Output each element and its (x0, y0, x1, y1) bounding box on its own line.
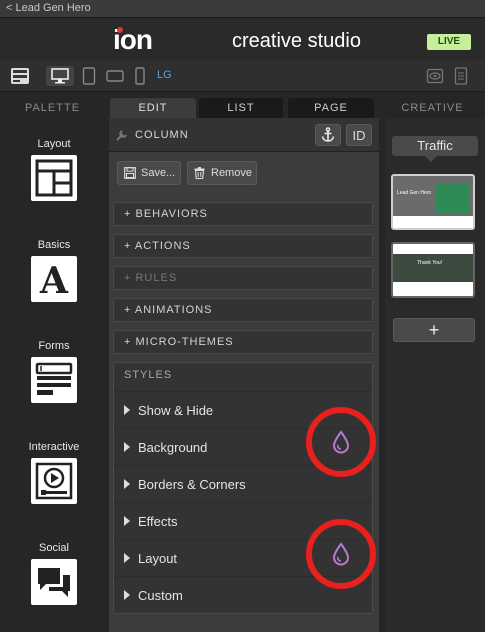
expand-arrow-icon (124, 590, 130, 600)
style-row-label: Background (138, 440, 208, 455)
remove-button[interactable]: Remove (187, 161, 257, 185)
save-label: Save... (141, 167, 176, 179)
desktop-icon[interactable] (46, 66, 74, 86)
svg-text:A: A (39, 260, 69, 298)
edit-panel: COLUMN ID Save... Remove + BEHAVIORS + A… (109, 118, 379, 632)
section-rules: + RULES (113, 266, 373, 290)
style-row-label: Borders & Corners (138, 477, 246, 492)
logo-dot (117, 27, 123, 33)
tab-edit[interactable]: EDIT (110, 98, 196, 118)
video-icon (31, 458, 77, 504)
save-button[interactable]: Save... (117, 161, 181, 185)
tablet-icon[interactable] (78, 66, 100, 86)
section-micro-themes[interactable]: + MICRO-THEMES (113, 330, 373, 354)
tab-list[interactable]: LIST (199, 98, 283, 118)
top-bar: < Lead Gen Hero (0, 0, 485, 18)
element-title: COLUMN (135, 129, 189, 141)
palette-label: Social (39, 542, 69, 554)
preview-eye-icon[interactable] (424, 66, 446, 86)
palette-panel: Layout Basics A Forms Interactive Social (0, 118, 108, 632)
ion-logo: ion (113, 24, 153, 56)
expand-arrow-icon (124, 553, 130, 563)
layout-icon (31, 155, 77, 201)
thumbnail-text: Lead Gen Hero (397, 190, 432, 196)
phone-icon[interactable] (130, 66, 150, 86)
style-row-label: Custom (138, 588, 183, 603)
thumbnail-hero-image (393, 254, 473, 282)
text-a-icon: A (31, 256, 77, 302)
layout-toggle-icon[interactable] (8, 66, 32, 86)
palette-label: Interactive (28, 441, 80, 453)
creative-panel: Traffic Lead Gen Hero Thank You! + (385, 118, 485, 632)
back-link[interactable]: < Lead Gen Hero (6, 2, 91, 14)
expand-arrow-icon (124, 405, 130, 415)
panel-tabs: PALETTE EDIT LIST PAGE CREATIVE (0, 98, 485, 118)
device-toolbar: LG (0, 60, 485, 92)
traffic-button[interactable]: Traffic (392, 136, 478, 156)
palette-label: Forms (38, 340, 70, 352)
creative-thumbnail-2[interactable]: Thank You! (391, 242, 475, 298)
palette-item-interactive[interactable]: Interactive (0, 441, 108, 504)
palette-item-layout[interactable]: Layout (0, 138, 108, 201)
chat-icon (31, 559, 77, 605)
palette-item-forms[interactable]: Forms (0, 340, 108, 403)
section-behaviors[interactable]: + BEHAVIORS (113, 202, 373, 226)
palette-label: Layout (37, 138, 71, 150)
section-animations[interactable]: + ANIMATIONS (113, 298, 373, 322)
form-icon (31, 357, 77, 403)
style-row-label: Show & Hide (138, 403, 214, 418)
id-button[interactable]: ID (346, 124, 372, 146)
studio-title: creative studio (232, 30, 361, 52)
traffic-pointer (425, 156, 437, 162)
expand-arrow-icon (124, 479, 130, 489)
tablet-landscape-icon[interactable] (104, 66, 126, 86)
section-actions[interactable]: + ACTIONS (113, 234, 373, 258)
device-size-label[interactable]: LG (157, 69, 172, 81)
highlight-circle (306, 519, 376, 589)
style-row-label: Layout (138, 551, 178, 566)
tab-creative[interactable]: CREATIVE (380, 98, 485, 118)
thumbnail-text: Thank You! (417, 260, 443, 266)
styles-heading: STYLES (124, 369, 173, 381)
expand-arrow-icon (124, 442, 130, 452)
palette-label: Basics (37, 239, 71, 251)
remove-label: Remove (211, 167, 252, 179)
document-icon[interactable] (450, 66, 472, 86)
tab-palette[interactable]: PALETTE (0, 98, 105, 118)
live-status-badge[interactable]: LIVE (427, 34, 471, 50)
anchor-button[interactable] (315, 124, 341, 146)
wrench-icon (116, 130, 127, 141)
highlight-circle (306, 407, 376, 477)
column-header: COLUMN ID (109, 118, 379, 152)
droplet-icon[interactable] (331, 542, 351, 566)
anchor-icon (321, 127, 335, 142)
trash-icon (194, 167, 205, 179)
thumbnail-form-box (435, 184, 469, 214)
expand-arrow-icon (124, 516, 130, 526)
creative-thumbnail-1[interactable]: Lead Gen Hero (391, 174, 475, 230)
app-header: ion creative studio LIVE (0, 18, 485, 60)
floppy-icon (124, 167, 136, 179)
add-creative-button[interactable]: + (393, 318, 475, 342)
droplet-icon[interactable] (331, 430, 351, 454)
style-row-label: Effects (138, 514, 178, 529)
palette-item-social[interactable]: Social (0, 542, 108, 605)
tab-page[interactable]: PAGE (288, 98, 374, 118)
palette-item-basics[interactable]: Basics A (0, 239, 108, 302)
